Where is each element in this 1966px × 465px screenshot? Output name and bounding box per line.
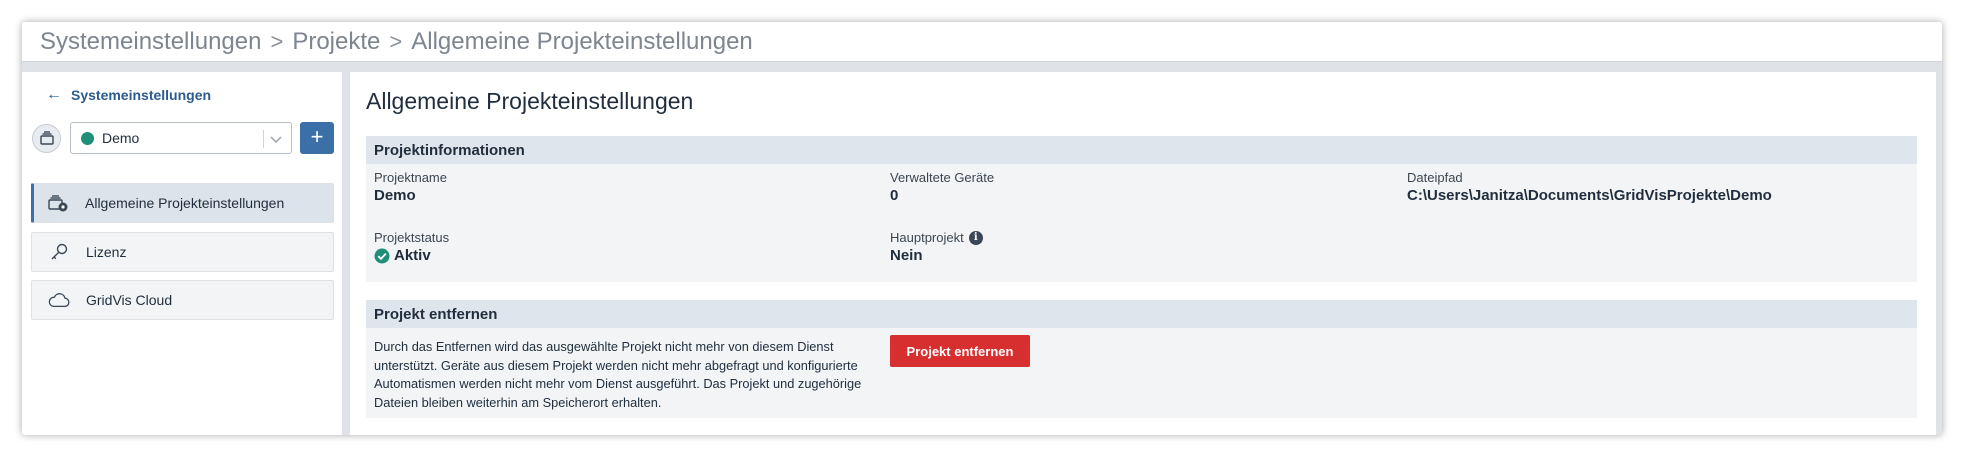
field-value: 0 bbox=[890, 187, 899, 204]
info-icon[interactable]: i bbox=[968, 230, 983, 245]
field-label: Hauptprojekt bbox=[890, 230, 964, 245]
project-settings-icon bbox=[47, 192, 69, 214]
app-window: Systemeinstellungen > Projekte > Allgeme… bbox=[22, 22, 1942, 435]
arrow-left-icon: ← bbox=[46, 86, 62, 103]
section-header-project-info: Projektinformationen bbox=[366, 136, 1917, 164]
field-main-project: Hauptprojekt i Nein bbox=[890, 230, 983, 264]
breadcrumb-separator: > bbox=[270, 28, 284, 54]
sidebar: ← Systemeinstellungen Demo + Allgemeine … bbox=[22, 72, 342, 435]
field-managed-devices: Verwaltete Geräte 0 bbox=[890, 170, 994, 204]
field-project-name: Projektname Demo bbox=[374, 170, 447, 204]
main-content: Allgemeine Projekteinstellungen Projekti… bbox=[350, 72, 1936, 435]
page-title: Allgemeine Projekteinstellungen bbox=[366, 88, 694, 114]
project-select-value: Demo bbox=[102, 130, 140, 146]
sidebar-item-gridvis-cloud[interactable]: GridVis Cloud bbox=[31, 280, 334, 320]
status-value-row: Aktiv bbox=[374, 247, 449, 264]
field-label: Projektname bbox=[374, 170, 447, 185]
breadcrumb: Systemeinstellungen > Projekte > Allgeme… bbox=[22, 22, 1942, 62]
section-body-remove-project: Durch das Entfernen wird das ausgewählte… bbox=[366, 328, 1917, 418]
cloud-icon bbox=[48, 289, 70, 311]
key-icon bbox=[48, 241, 70, 263]
field-label-row: Hauptprojekt i bbox=[890, 230, 983, 245]
sidebar-item-general-settings[interactable]: Allgemeine Projekteinstellungen bbox=[31, 183, 334, 223]
field-label: Dateipfad bbox=[1407, 170, 1463, 185]
field-value: Demo bbox=[374, 187, 416, 204]
field-value: C:\Users\Janitza\Documents\GridVisProjek… bbox=[1407, 187, 1772, 204]
breadcrumb-item-system-settings[interactable]: Systemeinstellungen bbox=[40, 28, 261, 56]
sidebar-item-license[interactable]: Lizenz bbox=[31, 232, 334, 272]
check-circle-icon bbox=[374, 248, 390, 263]
layers-icon bbox=[39, 131, 54, 145]
breadcrumb-item-projects[interactable]: Projekte bbox=[292, 28, 380, 56]
sidebar-item-label: Lizenz bbox=[86, 244, 127, 260]
back-link-label: Systemeinstellungen bbox=[71, 87, 212, 103]
add-project-button[interactable]: + bbox=[300, 122, 334, 154]
project-stack-button[interactable] bbox=[32, 123, 61, 153]
field-value: Aktiv bbox=[394, 247, 431, 264]
project-selector-row: Demo + bbox=[32, 122, 334, 154]
field-label: Projektstatus bbox=[374, 230, 450, 245]
back-link[interactable]: ← Systemeinstellungen bbox=[46, 86, 211, 104]
field-value: Nein bbox=[890, 247, 923, 264]
section-header-remove-project: Projekt entfernen bbox=[366, 300, 1917, 328]
field-label: Verwaltete Geräte bbox=[890, 170, 995, 185]
breadcrumb-item-current: Allgemeine Projekteinstellungen bbox=[411, 27, 753, 55]
sidebar-item-label: Allgemeine Projekteinstellungen bbox=[85, 195, 285, 211]
field-file-path: Dateipfad C:\Users\Janitza\Documents\Gri… bbox=[1407, 170, 1772, 204]
project-select[interactable]: Demo bbox=[70, 122, 292, 154]
breadcrumb-separator: > bbox=[389, 28, 403, 54]
status-dot-icon bbox=[81, 131, 94, 145]
remove-project-description: Durch das Entfernen wird das ausgewählte… bbox=[374, 339, 862, 410]
section-body-project-info: Projektname Demo Verwaltete Geräte 0 Dat… bbox=[366, 164, 1917, 282]
chevron-down-icon bbox=[270, 136, 282, 144]
sidebar-item-label: GridVis Cloud bbox=[86, 292, 173, 308]
select-divider bbox=[263, 130, 264, 148]
remove-project-button[interactable]: Projekt entfernen bbox=[890, 335, 1030, 367]
field-project-status: Projektstatus Aktiv bbox=[374, 230, 449, 264]
